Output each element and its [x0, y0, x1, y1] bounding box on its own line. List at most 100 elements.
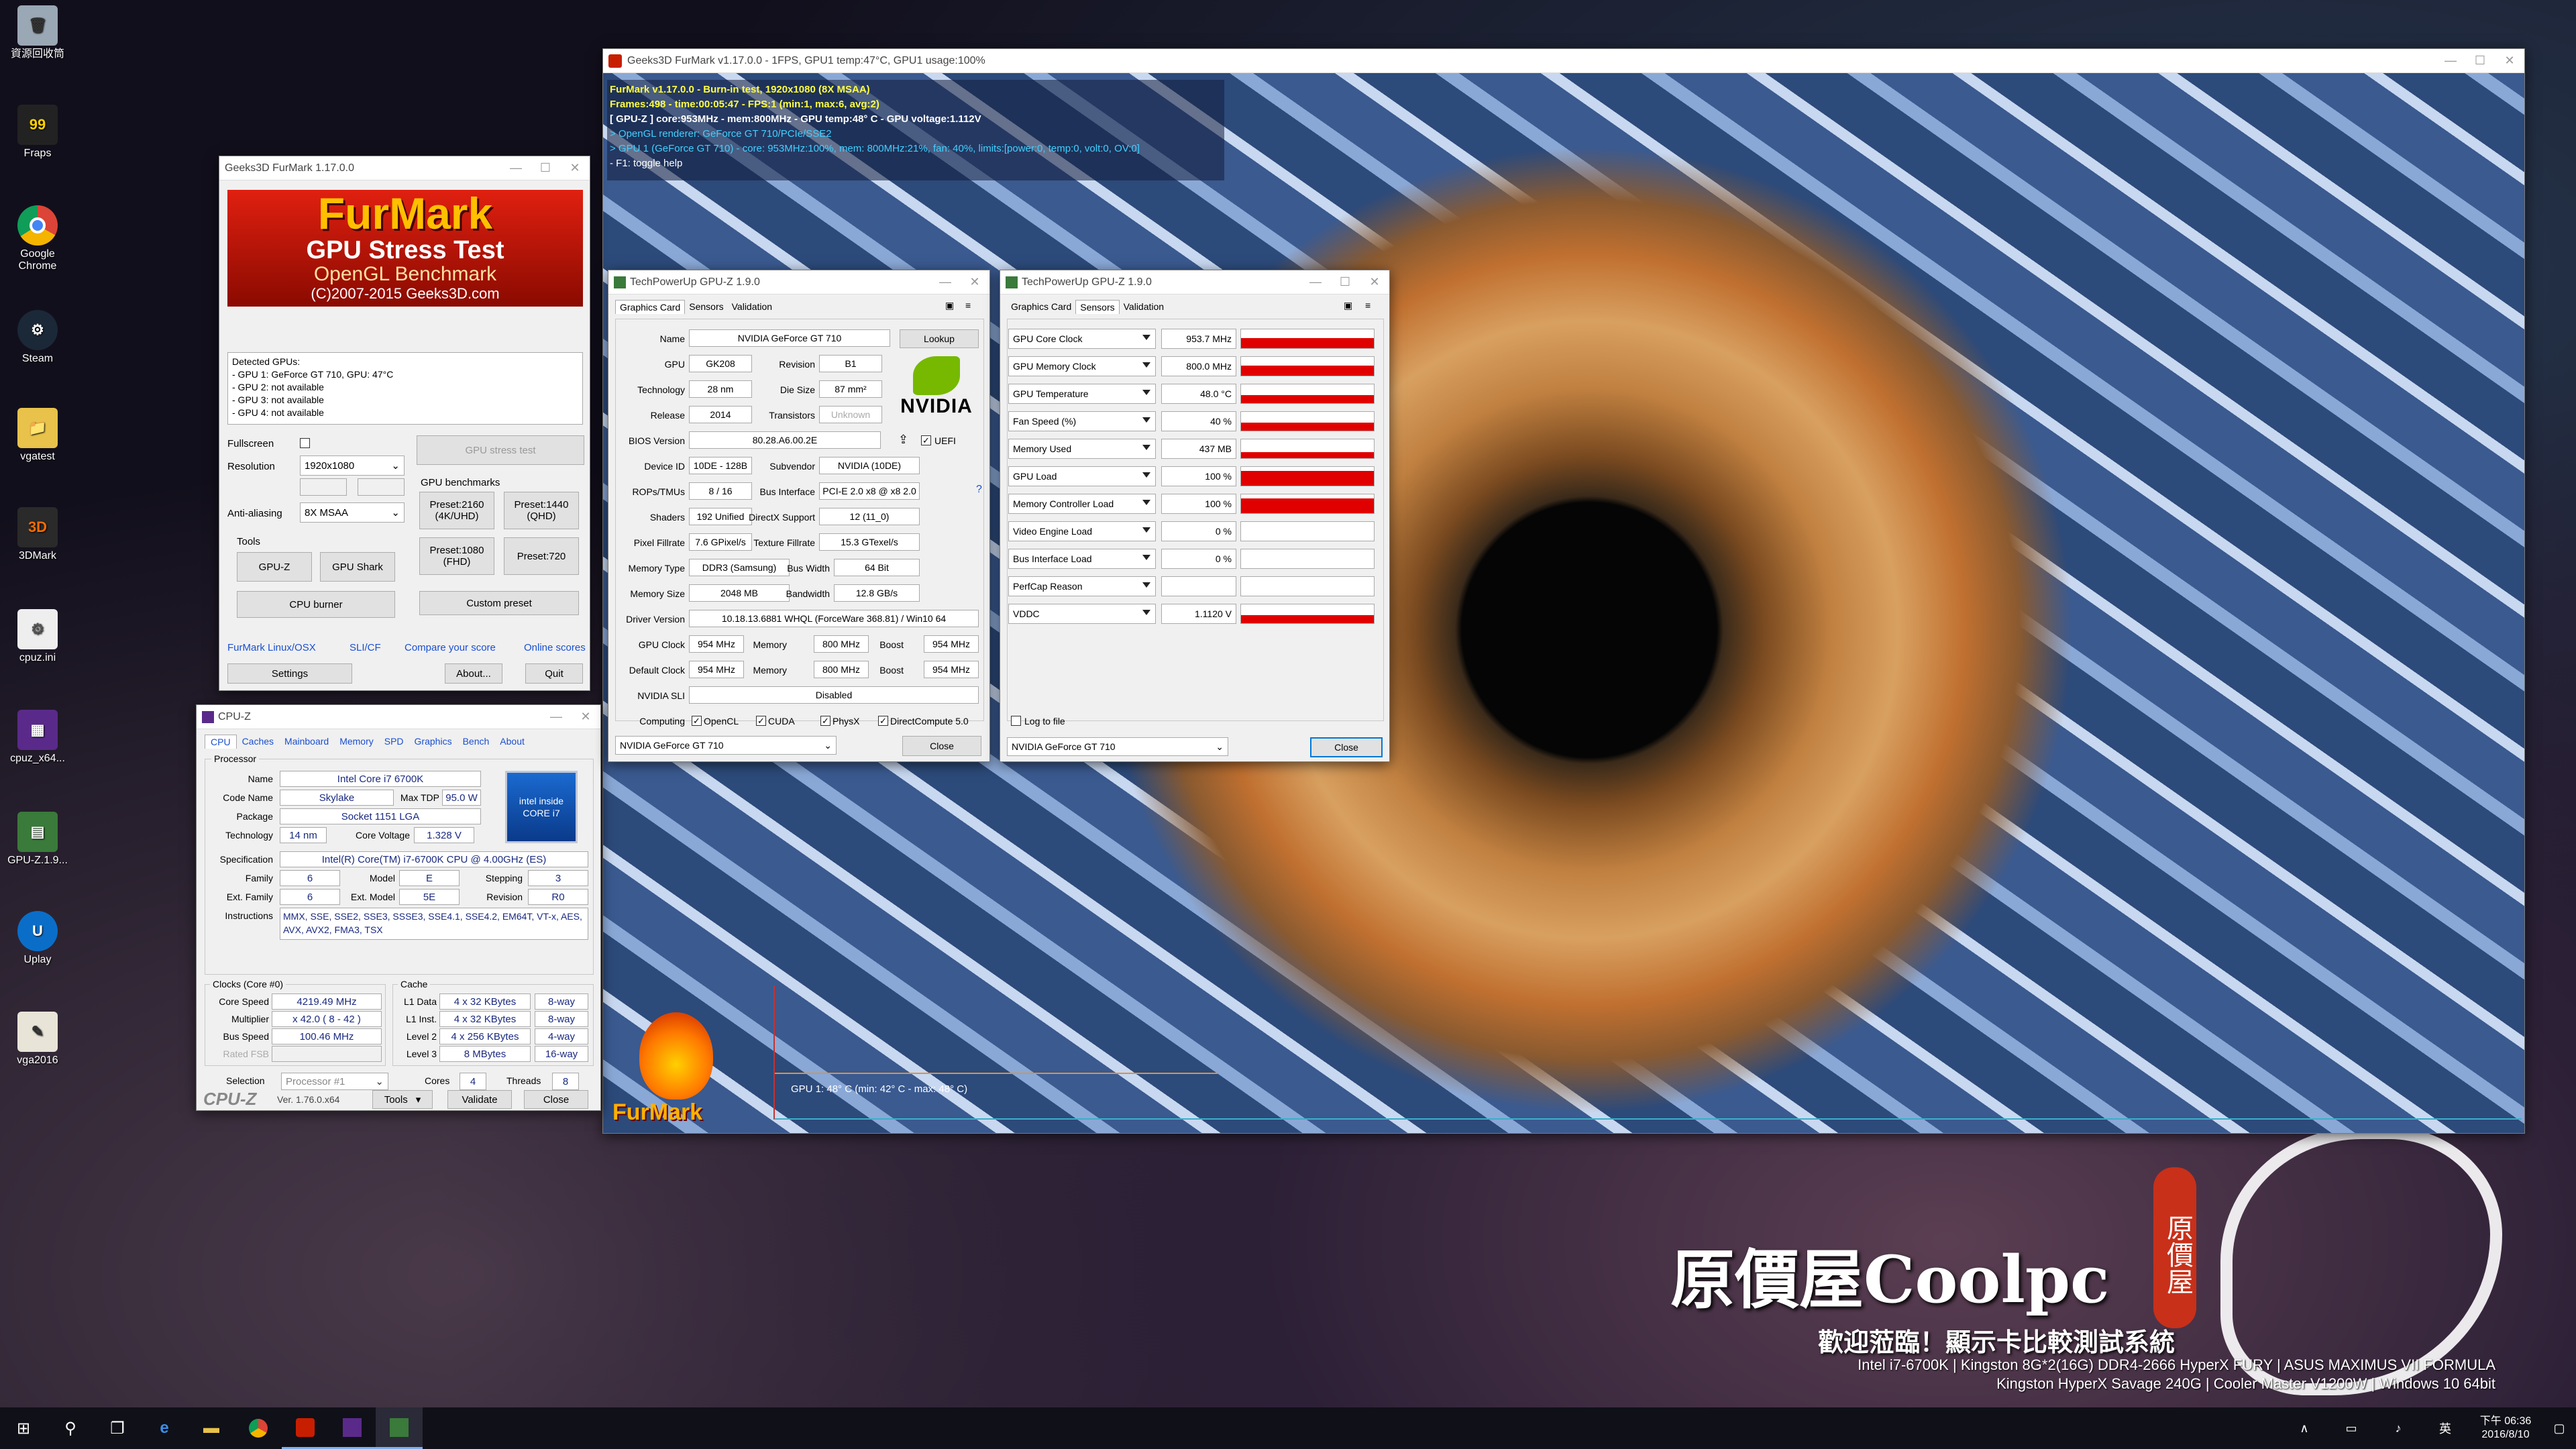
- tray-clock[interactable]: 下午 06:36 2016/8/10: [2469, 1415, 2542, 1442]
- close-button[interactable]: ✕: [960, 270, 989, 294]
- fullscreen-checkbox[interactable]: [300, 438, 310, 448]
- tray-network-icon[interactable]: ▭: [2328, 1407, 2375, 1449]
- resolution-select[interactable]: 1920x1080 ⌄: [300, 455, 405, 476]
- chevron-down-icon[interactable]: [1142, 610, 1150, 615]
- tab-graphics-card[interactable]: Graphics Card: [1007, 300, 1075, 314]
- cpuz-titlebar[interactable]: CPU-Z — ✕: [197, 705, 600, 729]
- gpuz-card-titlebar[interactable]: TechPowerUp GPU-Z 1.9.0 — ✕: [608, 270, 989, 294]
- maximize-button[interactable]: ☐: [1330, 270, 1360, 294]
- sensor-name[interactable]: VDDC: [1008, 604, 1156, 624]
- desktop-icon-vgatest[interactable]: 📁 vgatest: [5, 408, 70, 463]
- link-compare-score[interactable]: Compare your score: [405, 642, 496, 653]
- gpuz-button[interactable]: GPU-Z: [237, 552, 312, 582]
- quit-button[interactable]: Quit: [525, 663, 583, 684]
- sensor-name[interactable]: Fan Speed (%): [1008, 411, 1156, 431]
- sensor-name[interactable]: Memory Controller Load: [1008, 494, 1156, 514]
- desktop-icon-cpuz[interactable]: ▦ cpuz_x64...: [5, 710, 70, 765]
- taskbar-furmark[interactable]: [282, 1407, 329, 1449]
- tab-validation[interactable]: Validation: [1120, 300, 1168, 314]
- desktop-icon-vga2016[interactable]: ✎ vga2016: [5, 1012, 70, 1067]
- start-button[interactable]: ⊞: [0, 1407, 47, 1449]
- search-button[interactable]: ⚲: [47, 1407, 94, 1449]
- close-button[interactable]: ✕: [560, 156, 590, 180]
- taskbar-gpuz[interactable]: [376, 1407, 423, 1449]
- camera-icon[interactable]: ▣: [1344, 300, 1352, 311]
- close-button[interactable]: Close: [524, 1090, 588, 1109]
- desktop-icon-steam[interactable]: ⚙ Steam: [5, 310, 70, 365]
- desktop-icon-fraps[interactable]: 99 Fraps: [5, 105, 70, 160]
- close-button[interactable]: Close: [902, 736, 981, 756]
- taskbar-explorer[interactable]: ▬: [188, 1407, 235, 1449]
- maximize-button[interactable]: ☐: [531, 156, 560, 180]
- chevron-down-icon[interactable]: [1142, 472, 1150, 478]
- task-view-button[interactable]: ❐: [94, 1407, 141, 1449]
- cpu-burner-button[interactable]: CPU burner: [237, 591, 395, 618]
- chevron-down-icon[interactable]: [1142, 362, 1150, 368]
- menu-icon[interactable]: ≡: [1365, 300, 1371, 311]
- sensor-name[interactable]: Bus Interface Load: [1008, 549, 1156, 569]
- log-to-file-checkbox[interactable]: [1011, 716, 1021, 726]
- settings-button[interactable]: Settings: [227, 663, 352, 684]
- taskbar-cpuz[interactable]: [329, 1407, 376, 1449]
- taskbar-edge[interactable]: e: [141, 1407, 188, 1449]
- tab-graphics[interactable]: Graphics: [409, 735, 458, 749]
- tab-validation[interactable]: Validation: [728, 300, 776, 314]
- desktop-icon-recycle-bin[interactable]: 🗑 資源回收筒: [5, 5, 70, 60]
- tab-mainboard[interactable]: Mainboard: [279, 735, 334, 749]
- gpu-stress-test-button[interactable]: GPU stress test: [417, 435, 584, 465]
- chevron-down-icon[interactable]: [1142, 335, 1150, 340]
- desktop-icon-cpuz-ini[interactable]: ⚙ cpuz.ini: [5, 609, 70, 664]
- gpuz-card-window[interactable]: TechPowerUp GPU-Z 1.9.0 — ✕ Graphics Car…: [608, 270, 990, 762]
- minimize-button[interactable]: —: [501, 156, 531, 180]
- tools-button[interactable]: Tools ▾: [372, 1090, 433, 1109]
- sensor-name[interactable]: GPU Temperature: [1008, 384, 1156, 404]
- furmark-titlebar[interactable]: Geeks3D FurMark v1.17.0.0 - 1FPS, GPU1 t…: [603, 49, 2524, 73]
- tab-sensors[interactable]: Sensors: [1075, 300, 1120, 314]
- gpuz-sensors-titlebar[interactable]: TechPowerUp GPU-Z 1.9.0 — ☐ ✕: [1000, 270, 1389, 294]
- minimize-button[interactable]: —: [1301, 270, 1330, 294]
- launcher-titlebar[interactable]: Geeks3D FurMark 1.17.0.0 — ☐ ✕: [219, 156, 590, 180]
- preset-2160-button[interactable]: Preset:2160 (4K/UHD): [419, 492, 494, 529]
- close-button[interactable]: ✕: [2495, 49, 2524, 73]
- custom-preset-button[interactable]: Custom preset: [419, 591, 579, 615]
- gpu-selector[interactable]: NVIDIA GeForce GT 710 ⌄: [1007, 737, 1228, 756]
- gpu-shark-button[interactable]: GPU Shark: [320, 552, 395, 582]
- sensor-name[interactable]: Memory Used: [1008, 439, 1156, 459]
- preset-1080-button[interactable]: Preset:1080 (FHD): [419, 537, 494, 575]
- share-icon[interactable]: ⇪: [898, 433, 908, 447]
- selection-select[interactable]: Processor #1 ⌄: [281, 1073, 388, 1090]
- help-icon[interactable]: ?: [976, 484, 982, 496]
- tab-memory[interactable]: Memory: [334, 735, 379, 749]
- about-button[interactable]: About...: [445, 663, 502, 684]
- preset-720-button[interactable]: Preset:720: [504, 537, 579, 575]
- tray-ime-icon[interactable]: 英: [2422, 1407, 2469, 1449]
- custom-height-field[interactable]: [358, 478, 405, 496]
- close-button[interactable]: ✕: [571, 705, 600, 729]
- link-online-scores[interactable]: Online scores: [524, 642, 586, 653]
- close-button[interactable]: Close: [1310, 737, 1383, 757]
- anti-aliasing-select[interactable]: 8X MSAA ⌄: [300, 502, 405, 523]
- menu-icon[interactable]: ≡: [965, 300, 971, 311]
- chevron-down-icon[interactable]: [1142, 390, 1150, 395]
- sensor-name[interactable]: Video Engine Load: [1008, 521, 1156, 541]
- chevron-down-icon[interactable]: [1142, 417, 1150, 423]
- minimize-button[interactable]: —: [541, 705, 571, 729]
- desktop-icon-chrome[interactable]: Google Chrome: [5, 205, 70, 272]
- lookup-button[interactable]: Lookup: [900, 329, 979, 348]
- tab-about[interactable]: About: [494, 735, 530, 749]
- link-sli-cf[interactable]: SLI/CF: [350, 642, 381, 653]
- desktop-icon-gpuz[interactable]: ▤ GPU-Z.1.9...: [5, 812, 70, 867]
- desktop-icon-uplay[interactable]: U Uplay: [5, 911, 70, 966]
- link-furmark-linux[interactable]: FurMark Linux/OSX: [227, 642, 316, 653]
- chevron-down-icon[interactable]: [1142, 555, 1150, 560]
- maximize-button[interactable]: ☐: [2465, 49, 2495, 73]
- tab-graphics-card[interactable]: Graphics Card: [615, 300, 686, 314]
- action-center-icon[interactable]: ▢: [2542, 1407, 2576, 1449]
- cpuz-window[interactable]: CPU-Z — ✕ CPU Caches Mainboard Memory SP…: [196, 704, 601, 1111]
- close-button[interactable]: ✕: [1360, 270, 1389, 294]
- validate-button[interactable]: Validate: [447, 1090, 512, 1109]
- chevron-down-icon[interactable]: [1142, 582, 1150, 588]
- gpuz-sensors-window[interactable]: TechPowerUp GPU-Z 1.9.0 — ☐ ✕ Graphics C…: [1000, 270, 1390, 762]
- tab-spd[interactable]: SPD: [379, 735, 409, 749]
- sensor-name[interactable]: PerfCap Reason: [1008, 576, 1156, 596]
